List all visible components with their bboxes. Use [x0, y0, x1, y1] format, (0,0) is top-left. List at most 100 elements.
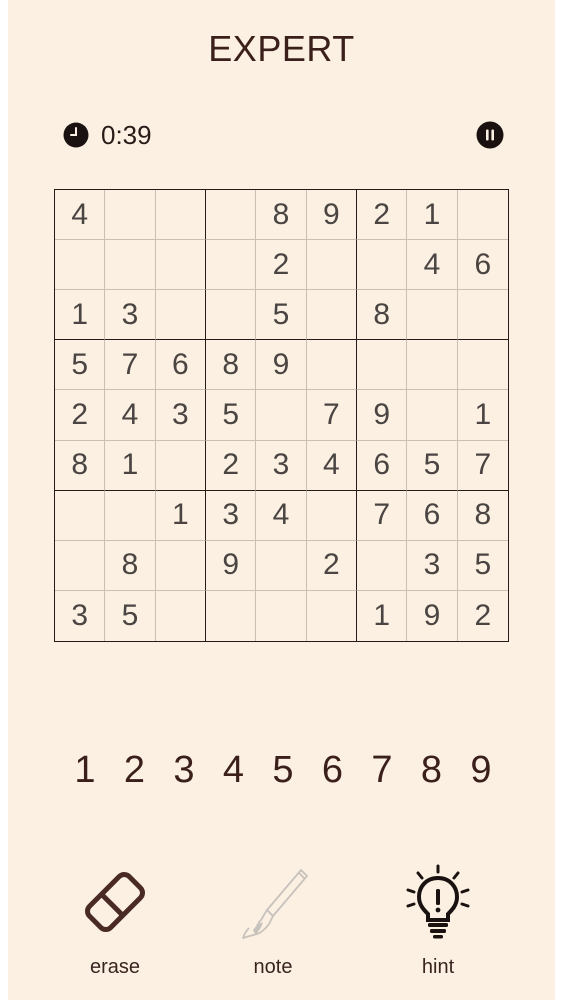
- sudoku-cell[interactable]: 4: [306, 440, 357, 491]
- sudoku-cell[interactable]: 1: [155, 490, 206, 541]
- sudoku-cell[interactable]: 4: [256, 490, 307, 541]
- sudoku-cell[interactable]: 6: [457, 240, 508, 291]
- sudoku-cell[interactable]: [457, 190, 508, 241]
- sudoku-cell[interactable]: [155, 240, 206, 291]
- number-key-6[interactable]: 6: [313, 749, 353, 792]
- sudoku-cell[interactable]: [205, 190, 257, 241]
- sudoku-cell[interactable]: 5: [55, 340, 106, 391]
- sudoku-cell[interactable]: [356, 340, 408, 391]
- sudoku-cell[interactable]: 8: [256, 190, 307, 241]
- sudoku-cell[interactable]: 8: [457, 491, 508, 541]
- sudoku-cell[interactable]: 3: [155, 390, 206, 441]
- note-button[interactable]: note: [213, 862, 333, 987]
- sudoku-cell[interactable]: [457, 340, 508, 391]
- sudoku-screen: EXPERT 0:39 4892124613585768924357918123…: [8, 0, 555, 1000]
- sudoku-cell[interactable]: [306, 490, 357, 541]
- sudoku-cell[interactable]: 8: [356, 290, 408, 341]
- sudoku-cell[interactable]: 8: [55, 440, 106, 491]
- sudoku-cell[interactable]: [105, 190, 156, 241]
- lightbulb-icon: [406, 864, 470, 939]
- sudoku-cell[interactable]: [55, 490, 106, 541]
- sudoku-cell[interactable]: [407, 290, 458, 341]
- sudoku-cell[interactable]: 7: [306, 390, 357, 441]
- sudoku-cell[interactable]: [457, 290, 508, 341]
- sudoku-cell[interactable]: 2: [256, 240, 307, 291]
- sudoku-cell[interactable]: [105, 240, 156, 291]
- eraser-icon: [84, 871, 146, 933]
- sudoku-cell[interactable]: 1: [105, 440, 156, 491]
- sudoku-cell[interactable]: 3: [256, 440, 307, 491]
- sudoku-cell[interactable]: [256, 540, 307, 591]
- sudoku-cell[interactable]: [256, 590, 307, 641]
- sudoku-cell[interactable]: [256, 390, 307, 441]
- sudoku-cell[interactable]: 3: [55, 590, 106, 641]
- sudoku-cell[interactable]: 9: [256, 340, 307, 391]
- sudoku-cell[interactable]: 6: [356, 440, 408, 491]
- sudoku-cell[interactable]: 3: [407, 540, 458, 591]
- sudoku-cell[interactable]: 7: [457, 441, 508, 491]
- sudoku-cell[interactable]: 2: [55, 390, 106, 441]
- sudoku-cell[interactable]: [155, 190, 206, 241]
- number-key-1[interactable]: 1: [65, 749, 105, 792]
- sudoku-cell[interactable]: [306, 340, 357, 391]
- sudoku-cell[interactable]: [205, 290, 257, 341]
- sudoku-cell[interactable]: 5: [256, 290, 307, 341]
- erase-button[interactable]: erase: [55, 862, 175, 987]
- sudoku-cell[interactable]: 1: [357, 590, 408, 641]
- sudoku-cell[interactable]: [206, 590, 257, 641]
- sudoku-cell[interactable]: 2: [458, 591, 508, 641]
- number-key-4[interactable]: 4: [214, 749, 254, 792]
- sudoku-cell[interactable]: 2: [356, 190, 408, 241]
- sudoku-cell[interactable]: [155, 290, 206, 341]
- sudoku-cell[interactable]: 6: [407, 490, 458, 541]
- sudoku-cell[interactable]: [155, 440, 206, 491]
- sudoku-cell[interactable]: [55, 540, 106, 591]
- number-key-8[interactable]: 8: [412, 749, 452, 792]
- sudoku-cell[interactable]: 1: [55, 290, 106, 341]
- number-key-5[interactable]: 5: [263, 749, 303, 792]
- sudoku-cell[interactable]: [205, 240, 257, 291]
- sudoku-cell[interactable]: [356, 240, 408, 291]
- sudoku-cell[interactable]: 8: [105, 540, 156, 591]
- sudoku-cell[interactable]: 3: [105, 290, 156, 341]
- sudoku-cell[interactable]: [307, 590, 357, 641]
- sudoku-cell[interactable]: 4: [55, 190, 106, 241]
- sudoku-cell[interactable]: 3: [205, 490, 257, 541]
- sudoku-cell[interactable]: [155, 540, 206, 591]
- sudoku-cell[interactable]: 5: [457, 541, 508, 591]
- sudoku-cell[interactable]: [407, 340, 458, 391]
- sudoku-cell[interactable]: [407, 390, 458, 441]
- sudoku-cell[interactable]: 8: [205, 340, 257, 391]
- sudoku-cell[interactable]: [306, 290, 357, 341]
- sudoku-cell[interactable]: [306, 240, 357, 291]
- sudoku-cell[interactable]: 4: [105, 390, 156, 441]
- sudoku-cell[interactable]: 9: [306, 190, 357, 241]
- sudoku-cell[interactable]: 9: [407, 590, 458, 641]
- sudoku-cell[interactable]: [356, 540, 408, 591]
- sudoku-cell[interactable]: 9: [205, 540, 257, 591]
- sudoku-cell[interactable]: [105, 490, 156, 541]
- sudoku-cell[interactable]: 6: [155, 340, 206, 391]
- sudoku-cell[interactable]: 1: [407, 190, 458, 241]
- pause-button[interactable]: [476, 121, 504, 149]
- number-key-9[interactable]: 9: [461, 749, 501, 792]
- hint-button[interactable]: hint: [378, 862, 498, 987]
- hint-label: hint: [421, 956, 455, 978]
- sudoku-cell[interactable]: 1: [457, 390, 508, 441]
- sudoku-cell[interactable]: 2: [205, 440, 257, 491]
- number-key-3[interactable]: 3: [164, 749, 204, 792]
- number-key-2[interactable]: 2: [115, 749, 155, 792]
- sudoku-cell[interactable]: [55, 240, 106, 291]
- sudoku-cell[interactable]: [156, 590, 206, 641]
- timer-value: 0:39: [101, 119, 152, 150]
- sudoku-cell[interactable]: 7: [356, 490, 408, 541]
- pause-icon: [476, 121, 504, 149]
- sudoku-cell[interactable]: 7: [105, 340, 156, 391]
- sudoku-cell[interactable]: 5: [407, 440, 458, 491]
- sudoku-cell[interactable]: 9: [356, 390, 408, 441]
- sudoku-cell[interactable]: 5: [105, 590, 156, 641]
- sudoku-cell[interactable]: 4: [407, 240, 458, 291]
- sudoku-cell[interactable]: 5: [205, 390, 257, 441]
- number-key-7[interactable]: 7: [362, 749, 402, 792]
- sudoku-cell[interactable]: 2: [306, 540, 357, 591]
